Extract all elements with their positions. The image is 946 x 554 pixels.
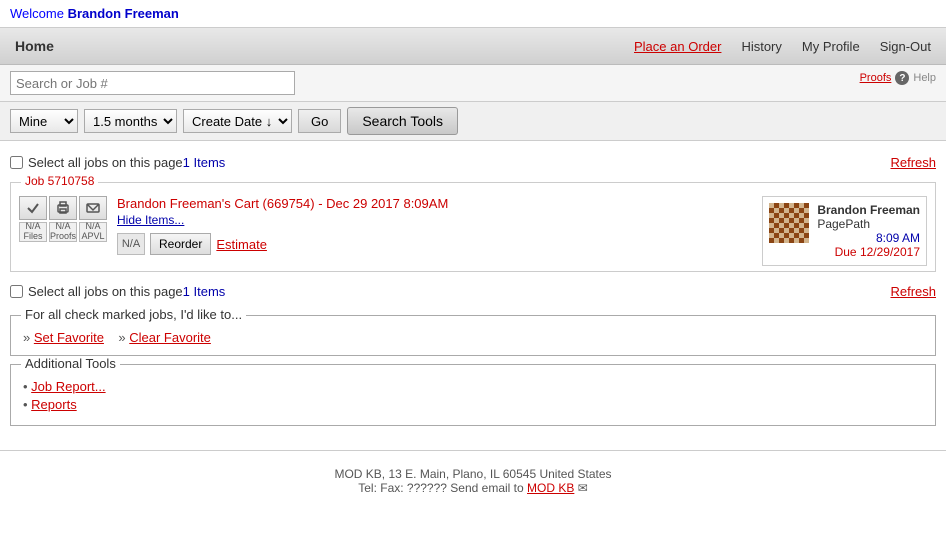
job-card-path: PagePath	[817, 217, 920, 231]
label-row: N/AFiles N/AProofs N/AAPVL	[19, 222, 107, 242]
job-info: Brandon Freeman's Cart (669754) - Dec 29…	[117, 196, 752, 255]
print-button[interactable]	[49, 196, 77, 220]
apvl-label: N/AAPVL	[79, 222, 107, 242]
reorder-button[interactable]: Reorder	[150, 233, 211, 255]
nav-home-link[interactable]: Home	[15, 38, 54, 54]
history-link[interactable]: History	[741, 39, 781, 54]
search-filter-wrapper: Proofs ? Help Mine All Others 1.5 months…	[0, 65, 946, 141]
estimate-link[interactable]: Estimate	[216, 237, 267, 252]
email-icon: ✉	[578, 481, 588, 495]
owner-select[interactable]: Mine All Others	[10, 109, 78, 133]
job-card-time: 8:09 AM	[817, 231, 920, 245]
job-action-buttons: N/AFiles N/AProofs N/AAPVL	[19, 196, 107, 242]
job-card-avatar	[769, 203, 809, 243]
place-order-link[interactable]: Place an Order	[634, 39, 721, 54]
mod-kb-link[interactable]: MOD KB	[527, 481, 574, 495]
job-report-item: • Job Report...	[23, 379, 923, 394]
favorites-legend: For all check marked jobs, I'd like to..…	[21, 307, 246, 322]
clear-favorite-link[interactable]: Clear Favorite	[129, 330, 211, 345]
proofs-help-area: Proofs ? Help	[860, 71, 936, 85]
footer-tel: Tel: Fax: ?????? Send email to MOD KB ✉	[0, 481, 946, 495]
period-select[interactable]: 1.5 months 1 week 2 weeks 1 month 3 mont…	[84, 109, 177, 133]
welcome-bar: Welcome Brandon Freeman	[0, 0, 946, 28]
select-all-checkbox-top[interactable]	[10, 156, 23, 169]
help-label: Help	[913, 72, 936, 84]
job-card: Brandon Freeman PagePath 8:09 AM Due 12/…	[762, 196, 927, 266]
job-card-due: Due 12/29/2017	[817, 245, 920, 259]
footer-address: MOD KB, 13 E. Main, Plano, IL 60545 Unit…	[0, 467, 946, 481]
job-report-link[interactable]: Job Report...	[31, 379, 105, 394]
job-card-info: Brandon Freeman PagePath 8:09 AM Due 12/…	[817, 203, 920, 259]
job-card-name: Brandon Freeman	[817, 203, 920, 217]
files-label: N/AFiles	[19, 222, 47, 242]
hide-items-link[interactable]: Hide Items...	[117, 213, 752, 227]
sort-select[interactable]: Create Date ↓ Create Date ↑ Job # ↓ Job …	[183, 109, 292, 133]
search-input[interactable]	[10, 71, 295, 95]
job-action-row: N/A Reorder Estimate	[117, 233, 752, 255]
refresh-link-bottom[interactable]: Refresh	[890, 280, 936, 303]
job-group: Job 5710758	[10, 182, 936, 272]
help-icon[interactable]: ?	[895, 71, 909, 85]
job-row: N/AFiles N/AProofs N/AAPVL Brandon Freem…	[19, 196, 927, 266]
content-area: Select all jobs on this page 1 Items Ref…	[0, 141, 946, 440]
select-all-row-bottom: Select all jobs on this page 1 Items Ref…	[10, 276, 936, 307]
welcome-username: Brandon Freeman	[68, 6, 179, 21]
email-button[interactable]	[79, 196, 107, 220]
refresh-link-top[interactable]: Refresh	[890, 151, 936, 174]
select-all-label-bottom[interactable]: Select all jobs on this page	[10, 284, 183, 299]
favorites-content: » Set Favorite » Clear Favorite	[23, 330, 923, 345]
search-bar	[0, 65, 946, 102]
items-count-bottom: 1 Items	[183, 284, 226, 299]
nav-bar: Home Place an Order History My Profile S…	[0, 28, 946, 65]
proofs-label-cell: N/AProofs	[49, 222, 77, 242]
reports-link[interactable]: Reports	[31, 397, 77, 412]
search-tools-button[interactable]: Search Tools	[347, 107, 458, 135]
approve-button[interactable]	[19, 196, 47, 220]
job-number: Job 5710758	[21, 174, 98, 188]
sign-out-link[interactable]: Sign-Out	[880, 39, 931, 54]
items-count-top: 1 Items	[183, 155, 226, 170]
footer: MOD KB, 13 E. Main, Plano, IL 60545 Unit…	[0, 450, 946, 503]
select-all-label-top[interactable]: Select all jobs on this page	[10, 155, 183, 170]
additional-tools-fieldset: Additional Tools • Job Report... • Repor…	[10, 364, 936, 426]
proofs-label[interactable]: Proofs	[860, 72, 892, 84]
select-all-row-top: Select all jobs on this page 1 Items Ref…	[10, 147, 936, 178]
my-profile-link[interactable]: My Profile	[802, 39, 860, 54]
set-favorite-link[interactable]: Set Favorite	[34, 330, 104, 345]
select-all-checkbox-bottom[interactable]	[10, 285, 23, 298]
additional-tools-content: • Job Report... • Reports	[23, 379, 923, 412]
welcome-text: Welcome	[10, 6, 64, 21]
nav-right-links: Place an Order History My Profile Sign-O…	[634, 39, 931, 54]
na-button[interactable]: N/A	[117, 233, 145, 255]
action-row-icons	[19, 196, 107, 220]
filter-bar: Mine All Others 1.5 months 1 week 2 week…	[0, 102, 946, 141]
additional-tools-legend: Additional Tools	[21, 356, 120, 371]
favorites-fieldset: For all check marked jobs, I'd like to..…	[10, 315, 936, 356]
reports-item: • Reports	[23, 397, 923, 412]
go-button[interactable]: Go	[298, 109, 341, 133]
job-title-link[interactable]: Brandon Freeman's Cart (669754) - Dec 29…	[117, 196, 448, 211]
